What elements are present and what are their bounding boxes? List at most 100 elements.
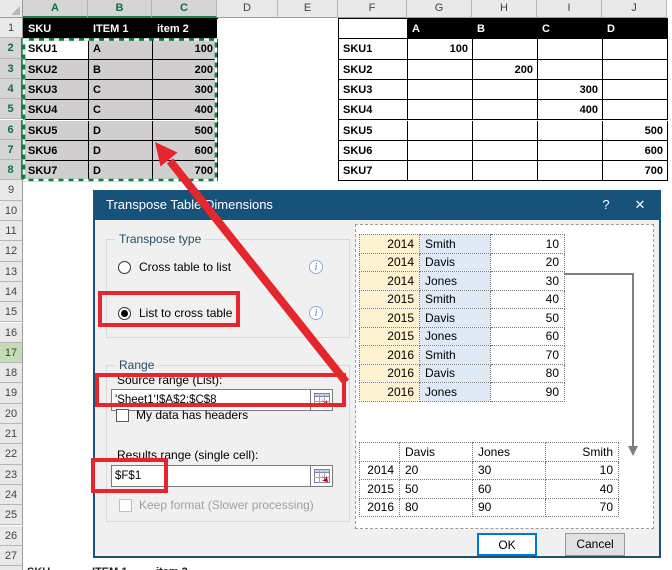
cell[interactable]: SKU4 bbox=[24, 100, 89, 121]
row-header-2[interactable]: 2 bbox=[0, 38, 23, 59]
cell[interactable] bbox=[408, 59, 473, 80]
cell[interactable] bbox=[339, 19, 408, 40]
cell[interactable] bbox=[473, 79, 538, 101]
cell[interactable] bbox=[538, 39, 603, 60]
cell[interactable]: SKU3 bbox=[339, 79, 408, 101]
cell[interactable]: SKU7 bbox=[339, 161, 408, 182]
cell[interactable]: SKU4 bbox=[339, 100, 408, 121]
my-data-has-headers-row[interactable]: My data has headers bbox=[116, 408, 248, 422]
cell[interactable]: SKU1 bbox=[24, 39, 89, 60]
cell[interactable]: 100 bbox=[153, 39, 218, 60]
row-header-15[interactable]: 15 bbox=[0, 302, 23, 323]
row-header-12[interactable]: 12 bbox=[0, 241, 23, 262]
cell[interactable] bbox=[603, 39, 668, 60]
cell[interactable] bbox=[473, 140, 538, 162]
close-icon[interactable]: ✕ bbox=[627, 196, 653, 214]
cell[interactable] bbox=[473, 161, 538, 182]
col-header-G[interactable]: G bbox=[407, 0, 472, 18]
row-header-23[interactable]: 23 bbox=[0, 464, 23, 485]
cell[interactable]: 500 bbox=[603, 120, 668, 141]
cell[interactable]: D bbox=[89, 120, 153, 141]
row-header-6[interactable]: 6 bbox=[0, 119, 23, 140]
cell[interactable]: SKU5 bbox=[339, 120, 408, 141]
col-header-E[interactable]: E bbox=[278, 0, 338, 18]
cell[interactable] bbox=[473, 100, 538, 121]
row-header-19[interactable]: 19 bbox=[0, 383, 23, 404]
cell[interactable]: 200 bbox=[153, 59, 218, 80]
cell-header-C[interactable]: C bbox=[538, 19, 603, 40]
row-header-10[interactable]: 10 bbox=[0, 200, 23, 221]
row-header-7[interactable]: 7 bbox=[0, 139, 23, 161]
cell-header-item 2[interactable]: item 2 bbox=[153, 19, 217, 40]
cell[interactable]: D bbox=[89, 140, 153, 162]
cell-header-D[interactable]: D bbox=[603, 19, 668, 40]
cell[interactable]: 400 bbox=[538, 100, 603, 121]
ok-button[interactable]: OK bbox=[477, 533, 537, 556]
cell[interactable] bbox=[473, 120, 538, 141]
cell-header-A[interactable]: A bbox=[408, 19, 473, 40]
row-header-4[interactable]: 4 bbox=[0, 78, 23, 100]
cell[interactable]: 100 bbox=[408, 39, 473, 60]
row-header-9[interactable]: 9 bbox=[0, 180, 23, 201]
cell[interactable]: 700 bbox=[153, 161, 218, 182]
cell[interactable] bbox=[408, 100, 473, 121]
select-all-corner[interactable] bbox=[0, 0, 23, 18]
row-header-22[interactable]: 22 bbox=[0, 444, 23, 465]
cell[interactable] bbox=[538, 59, 603, 80]
row-header-25[interactable]: 25 bbox=[0, 505, 23, 526]
cell[interactable]: B bbox=[89, 59, 153, 80]
range-picker-icon[interactable] bbox=[311, 465, 333, 487]
cell[interactable]: 200 bbox=[473, 59, 538, 80]
cell[interactable]: 300 bbox=[538, 79, 603, 101]
row-header-8[interactable]: 8 bbox=[0, 160, 23, 181]
dialog-titlebar[interactable]: Transpose Table Dimensions ? ✕ bbox=[93, 190, 661, 220]
row-header-14[interactable]: 14 bbox=[0, 281, 23, 303]
cell[interactable]: SKU2 bbox=[339, 59, 408, 80]
col-header-B[interactable]: B bbox=[88, 0, 152, 18]
col-header-C[interactable]: C bbox=[152, 0, 217, 18]
cell[interactable] bbox=[538, 120, 603, 141]
row-header-18[interactable]: 18 bbox=[0, 363, 23, 384]
cell[interactable] bbox=[408, 140, 473, 162]
col-header-J[interactable]: J bbox=[602, 0, 667, 18]
cell[interactable]: SKU7 bbox=[24, 161, 89, 182]
help-icon[interactable]: ? bbox=[593, 196, 619, 214]
cancel-button[interactable]: Cancel bbox=[565, 533, 625, 556]
cell-header-ITEM 1[interactable]: ITEM 1 bbox=[89, 19, 153, 40]
cell[interactable] bbox=[603, 59, 668, 80]
cell[interactable]: SKU1 bbox=[339, 39, 408, 60]
row-header-16[interactable]: 16 bbox=[0, 322, 23, 343]
cell-header-B[interactable]: B bbox=[473, 19, 538, 40]
row-header-28[interactable]: 28 bbox=[0, 566, 23, 570]
row-header-3[interactable]: 3 bbox=[0, 58, 23, 79]
cell[interactable]: SKU6 bbox=[24, 140, 89, 162]
row-header-24[interactable]: 24 bbox=[0, 484, 23, 506]
cell[interactable]: 600 bbox=[153, 140, 218, 162]
cell[interactable]: 600 bbox=[603, 140, 668, 162]
radio-cross-table-to-list[interactable]: Cross table to list bbox=[118, 260, 308, 274]
row-header-26[interactable]: 26 bbox=[0, 525, 23, 546]
col-header-A[interactable]: A bbox=[23, 0, 88, 18]
cell[interactable]: A bbox=[89, 39, 153, 60]
cell[interactable] bbox=[408, 79, 473, 101]
cell[interactable] bbox=[473, 39, 538, 60]
col-header-I[interactable]: I bbox=[537, 0, 602, 18]
cell-header-SKU[interactable]: SKU bbox=[24, 19, 89, 40]
cell[interactable] bbox=[538, 161, 603, 182]
cell[interactable] bbox=[603, 100, 668, 121]
cell[interactable] bbox=[538, 140, 603, 162]
cell[interactable]: 400 bbox=[153, 100, 218, 121]
cell[interactable]: SKU3 bbox=[24, 79, 89, 101]
cell[interactable]: SKU6 bbox=[339, 140, 408, 162]
cell[interactable]: 300 bbox=[153, 79, 218, 101]
checkbox-unchecked-icon[interactable] bbox=[116, 408, 129, 422]
radio-off-icon[interactable] bbox=[118, 260, 131, 274]
row-header-13[interactable]: 13 bbox=[0, 261, 23, 282]
row-header-1[interactable]: 1 bbox=[0, 18, 23, 39]
cell[interactable] bbox=[408, 120, 473, 141]
cell[interactable] bbox=[408, 161, 473, 182]
row-header-5[interactable]: 5 bbox=[0, 99, 23, 120]
cell[interactable]: SKU2 bbox=[24, 59, 89, 80]
col-header-D[interactable]: D bbox=[217, 0, 278, 18]
row-header-20[interactable]: 20 bbox=[0, 403, 23, 424]
